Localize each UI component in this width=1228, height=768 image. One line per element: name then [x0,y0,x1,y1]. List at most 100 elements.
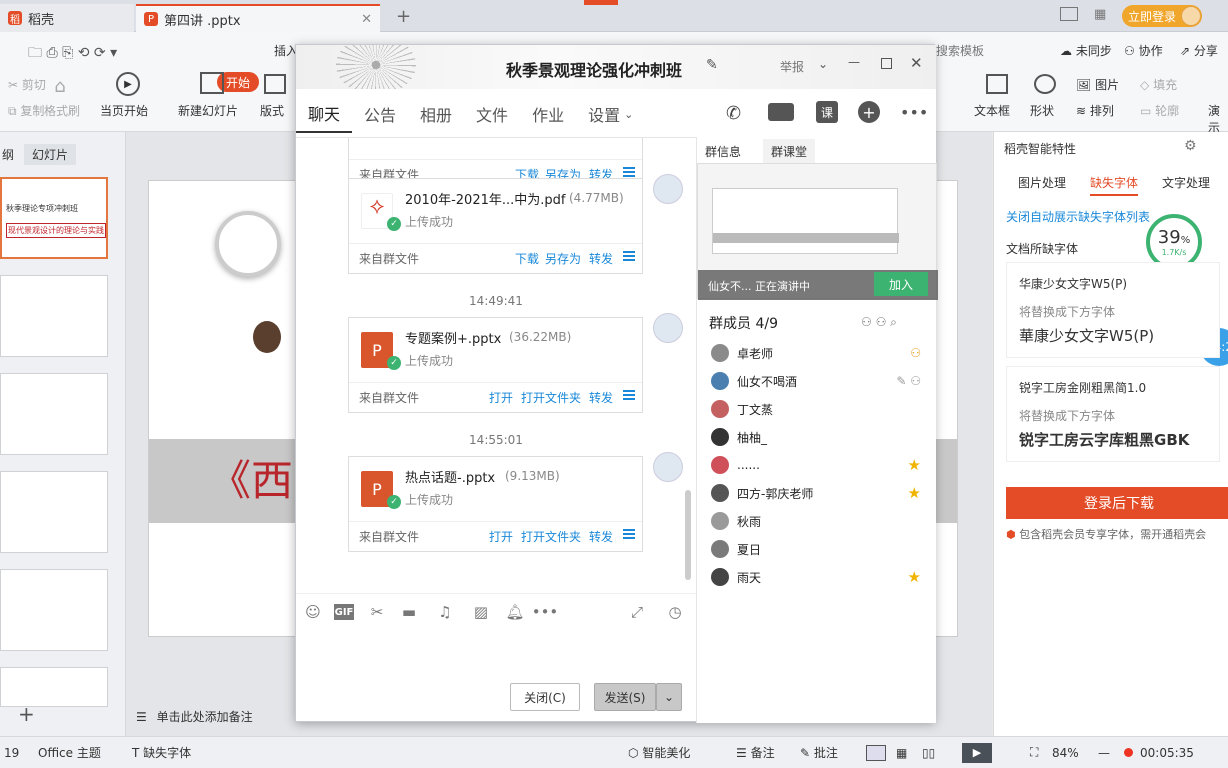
notes-toggle[interactable]: ☰ 备注 [736,744,775,761]
zoom-level[interactable]: 84% [1052,746,1079,760]
slide-thumb-2[interactable] [0,275,108,357]
cut-button[interactable]: ✂ 剪切 [8,76,46,93]
download-link[interactable]: 下载 [515,250,539,267]
tab-text-processing[interactable]: 文字处理 [1162,174,1210,191]
menu-icon[interactable] [623,251,635,261]
open-folder-link[interactable]: 打开文件夹 [521,389,581,406]
play-slideshow-button[interactable]: ▶ [962,742,992,763]
copy-button[interactable]: ⧉ 复制 [8,102,44,119]
from-current-button[interactable]: 当页开始 [100,102,148,119]
file-card-pdf[interactable]: ⟡ ✓ 2010年-2021年...中为.pdf (4.77MB) 上传成功 来… [348,178,643,274]
new-slide-button[interactable]: 新建幻灯片 [178,102,238,119]
report-link[interactable]: 举报 [780,58,804,75]
forward-link[interactable]: 转发 [589,250,613,267]
open-folder-link[interactable]: 打开文件夹 [521,528,581,545]
shape-button[interactable]: 形状 [1030,102,1054,119]
close-icon[interactable]: ✕ [910,54,923,72]
member-row[interactable]: 丁文蒸 [711,395,921,423]
outline-button[interactable]: ▭ 轮廓 [1140,102,1179,119]
tab-group-class[interactable]: 群课堂 [763,139,816,164]
member-row[interactable]: 雨天 ★ [711,563,921,591]
sender-avatar[interactable] [653,174,683,204]
user-avatar[interactable] [1181,6,1201,26]
video-call-icon[interactable] [768,103,794,121]
slide-thumb-5[interactable] [0,569,108,651]
theme-name[interactable]: Office 主题 [38,744,101,761]
add-circle-icon[interactable]: + [858,101,880,123]
picture-button[interactable]: 🖼 图片 [1076,76,1119,93]
tab-missing-font[interactable]: 缺失字体 [1090,174,1139,196]
send-button[interactable]: 发送(S) [594,683,656,711]
zoom-out-icon[interactable]: — [1098,746,1110,760]
tab-docer[interactable]: 稻 稻壳 [0,4,134,32]
open-link[interactable]: 打开 [489,528,513,545]
add-slide-icon[interactable]: + [18,702,35,726]
join-button[interactable]: 加入 [874,272,928,296]
file-card-pptx-2[interactable]: P ✓ 热点话题-.pptx (9.13MB) 上传成功 来自群文件 打开 打开… [348,456,643,552]
tab-chat[interactable]: 聊天 [296,95,353,133]
tab-close-icon[interactable]: ✕ [361,12,372,27]
close-auto-show-link[interactable]: 关闭自动展示缺失字体列表 [1006,208,1150,225]
sender-avatar[interactable] [653,313,683,343]
share-button[interactable]: ⇗ 分享 [1180,42,1218,59]
maximize-icon[interactable] [881,58,892,69]
scrollbar-thumb[interactable] [685,490,691,580]
sender-avatar[interactable] [653,452,683,482]
member-row[interactable]: 秋雨 [711,507,921,535]
slide-thumb-4[interactable] [0,471,108,553]
expand-icon[interactable]: ⤢ [628,603,646,621]
member-tools-icons[interactable]: ⚇ ⚇ ⌕ [861,315,897,330]
tab-image-processing[interactable]: 图片处理 [1018,174,1066,191]
live-preview[interactable]: 仙女不... 正在演讲中 加入 [697,163,938,300]
settings-gear-icon[interactable]: ⚙ [1184,138,1197,154]
member-row[interactable]: 仙女不喝酒 ✎ ⚇ [711,367,921,395]
present-button[interactable]: 演示 [1208,102,1228,136]
image-icon[interactable]: ▨ [472,603,490,621]
menu-icon[interactable] [623,390,635,400]
format-painter-button[interactable]: 格式刷 [44,102,80,119]
minimize-icon[interactable]: — [848,55,860,69]
more-icon[interactable]: ••• [900,103,928,122]
folder-icon[interactable]: ▬ [400,603,418,621]
edit-title-icon[interactable]: ✎ [706,57,718,73]
menu-icon[interactable] [623,529,635,539]
normal-view-icon[interactable] [866,744,886,761]
slide-thumb-3[interactable] [0,373,108,455]
message-list[interactable]: 来自群文件 下载 另存为 转发 ⟡ ✓ 2010年-2021年...中为.pdf… [296,137,696,593]
smart-beautify-button[interactable]: ⬡ 智能美化 [628,744,690,761]
emoji-icon[interactable]: ☺ [304,603,322,621]
reading-view-icon[interactable]: ▯▯ [922,746,935,760]
arrange-button[interactable]: ≋ 排列 [1076,102,1114,119]
sorter-view-icon[interactable]: ▦ [896,746,907,760]
notes-bar[interactable]: ☰ 单击此处添加备注 [136,708,253,725]
tab-files[interactable]: 文件 [464,95,520,133]
phone-icon[interactable]: ✆ [726,103,741,124]
bell-icon[interactable]: 🔔︎ [505,603,524,621]
forward-link[interactable]: 转发 [589,389,613,406]
quick-access-icons[interactable]: 🗀 ⎙ ⎘ ⟲ ⟳ ▾ [28,42,117,66]
open-link[interactable]: 打开 [489,389,513,406]
chevron-down-icon[interactable]: ⌄ [818,57,828,71]
new-tab-icon[interactable]: + [396,6,411,27]
slide-thumb-6[interactable] [0,667,108,707]
missing-font-status[interactable]: T 缺失字体 [132,744,191,761]
layout-button[interactable]: 版式 [260,102,284,119]
class-icon[interactable]: 课 [816,101,838,123]
member-row[interactable]: ...... ★ [711,451,921,479]
comments-toggle[interactable]: ✎ 批注 [800,744,838,761]
forward-link[interactable]: 转发 [589,528,613,545]
tab-outline[interactable]: 纲 [2,146,14,163]
search-template[interactable]: 搜索模板 [936,42,984,59]
send-options-chevron-icon[interactable]: ⌄ [656,683,682,711]
tab-settings[interactable]: 设置 ⌄ [576,95,645,133]
tab-group-info[interactable]: 群信息 [705,143,741,160]
textbox-button[interactable]: 文本框 [974,102,1010,119]
history-clock-icon[interactable]: ◷ [666,603,684,621]
zoom-fit-icon[interactable]: ⛶ [1030,745,1038,760]
slide-thumb-1[interactable]: 秋季理论专项冲刺班 现代景观设计的理论与实践 [0,177,108,259]
fill-button[interactable]: ◇ 填充 [1140,76,1177,93]
member-row[interactable]: 四方-郭庆老师 ★ [711,479,921,507]
member-row[interactable]: 夏日 [711,535,921,563]
sync-status[interactable]: ☁ 未同步 [1060,42,1112,59]
gif-icon[interactable]: GIF [334,604,354,620]
